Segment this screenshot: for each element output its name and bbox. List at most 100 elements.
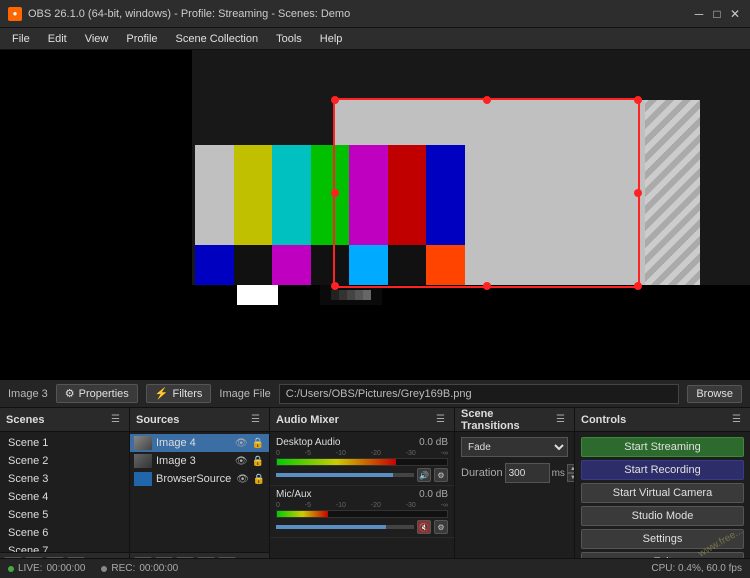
menu-scene-collection[interactable]: Scene Collection: [168, 31, 267, 47]
mic-label-neg20: -20: [371, 502, 381, 509]
bar-bot-7: [426, 245, 465, 285]
scene-item-5[interactable]: Scene 5: [0, 506, 129, 524]
source-lock-btn-image4[interactable]: 🔒: [251, 438, 265, 449]
scene-item-3[interactable]: Scene 3: [0, 470, 129, 488]
scene-item-2[interactable]: Scene 2: [0, 452, 129, 470]
controls-panel-actions: ☰: [729, 413, 744, 426]
source-icons-image3: 👁 🔒: [234, 456, 265, 467]
mic-label-neg10: -10: [336, 502, 346, 509]
minimize-button[interactable]: ─: [692, 7, 706, 21]
source-item-image4[interactable]: Image 4 👁 🔒: [130, 434, 269, 452]
file-path-input[interactable]: [279, 384, 680, 404]
bar-ex-mid: [320, 285, 382, 305]
audio-panel-header: Audio Mixer ☰: [270, 408, 454, 432]
desktop-meter-labels: 0 -5 -10 -20 -30 -∞: [276, 450, 448, 457]
duration-up-btn[interactable]: ▲: [567, 464, 574, 473]
menu-edit[interactable]: Edit: [40, 31, 75, 47]
desktop-audio-db: 0.0 dB: [419, 437, 448, 448]
transitions-title: Scene Transitions: [461, 408, 553, 432]
audio-menu-btn[interactable]: ☰: [433, 413, 448, 426]
bar-ex-sub: [331, 290, 371, 300]
mic-audio-db: 0.0 dB: [419, 489, 448, 500]
source-eye-btn-image3[interactable]: 👁: [234, 456, 249, 467]
duration-unit: ms: [552, 468, 565, 479]
title-bar-left: ● OBS 26.1.0 (64-bit, windows) - Profile…: [8, 7, 350, 21]
source-eye-btn-browser[interactable]: 👁: [235, 474, 250, 485]
live-time: 00:00:00: [46, 563, 85, 574]
source-eye-btn-image4[interactable]: 👁: [234, 438, 249, 449]
start-streaming-button[interactable]: Start Streaming: [581, 437, 744, 457]
source-thumb-browser: [134, 472, 152, 486]
desktop-meter-fill: [277, 459, 396, 465]
menu-profile[interactable]: Profile: [118, 31, 165, 47]
toolbar-strip: Image 3 ⚙ Settings Properties ⚡ Filters …: [0, 380, 750, 408]
scenes-panel-actions: ☰: [108, 413, 123, 426]
settings-button[interactable]: Settings: [581, 529, 744, 549]
mic-audio-meter: [276, 510, 448, 518]
maximize-button[interactable]: □: [710, 7, 724, 21]
browse-button[interactable]: Browse: [687, 385, 742, 403]
source-icons-browser: 👁 🔒: [235, 474, 266, 485]
transition-type-select[interactable]: Fade Cut Swipe: [461, 437, 568, 457]
mic-audio-settings[interactable]: ⚙: [434, 520, 448, 534]
menu-tools[interactable]: Tools: [268, 31, 310, 47]
transitions-content: Fade Cut Swipe Duration ms ▲ ▼: [455, 432, 574, 576]
transition-type-row: Fade Cut Swipe: [455, 434, 574, 460]
menu-help[interactable]: Help: [312, 31, 351, 47]
desktop-mute-button[interactable]: 🔊: [417, 468, 431, 482]
menu-view[interactable]: View: [77, 31, 117, 47]
transitions-menu-btn[interactable]: ☰: [553, 413, 568, 426]
desktop-volume-slider[interactable]: [276, 473, 414, 477]
controls-menu-btn[interactable]: ☰: [729, 413, 744, 426]
cpu-label: CPU: 0.4%, 60.0 fps: [651, 563, 742, 574]
start-recording-button[interactable]: Start Recording: [581, 460, 744, 480]
close-button[interactable]: ✕: [728, 7, 742, 21]
scenes-panel-header: Scenes ☰: [0, 408, 129, 432]
source-lock-btn-image3[interactable]: 🔒: [251, 456, 265, 467]
meter-label-neg30: -30: [406, 450, 416, 457]
source-lock-btn-browser[interactable]: 🔒: [252, 474, 266, 485]
scene-item-1[interactable]: Scene 1: [0, 434, 129, 452]
scene-item-4[interactable]: Scene 4: [0, 488, 129, 506]
bar-sub-4: [355, 290, 363, 300]
title-bar: ● OBS 26.1.0 (64-bit, windows) - Profile…: [0, 0, 750, 28]
mic-volume-slider[interactable]: [276, 525, 414, 529]
scenes-menu-btn[interactable]: ☰: [108, 413, 123, 426]
status-bar: LIVE: 00:00:00 REC: 00:00:00 CPU: 0.4%, …: [0, 558, 750, 578]
mic-mute-button[interactable]: 🔇: [417, 520, 431, 534]
start-virtual-camera-button[interactable]: Start Virtual Camera: [581, 483, 744, 503]
filters-button[interactable]: ⚡ Filters: [146, 384, 212, 403]
properties-button[interactable]: ⚙ Settings Properties: [56, 384, 138, 403]
audio-channel-desktop: Desktop Audio 0.0 dB 0 -5 -10 -20 -30 -∞: [270, 434, 454, 486]
window-title: OBS 26.1.0 (64-bit, windows) - Profile: …: [28, 8, 350, 20]
studio-mode-button[interactable]: Studio Mode: [581, 506, 744, 526]
mic-label-inf: -∞: [441, 502, 448, 509]
source-item-browser[interactable]: BrowserSource 👁 🔒: [130, 470, 269, 488]
preview-black-left: [0, 50, 192, 380]
duration-input[interactable]: [505, 463, 550, 483]
menu-file[interactable]: File: [4, 31, 38, 47]
gear-icon: ⚙: [65, 387, 75, 400]
mic-audio-name: Mic/Aux: [276, 489, 312, 500]
mic-meter-fill: [277, 511, 328, 517]
controls-panel-header: Controls ☰: [575, 408, 750, 432]
scenes-title: Scenes: [6, 414, 45, 426]
mic-audio-header: Mic/Aux 0.0 dB: [276, 489, 448, 500]
sources-panel-actions: ☰: [248, 413, 263, 426]
scene-item-7[interactable]: Scene 7: [0, 542, 129, 552]
mic-audio-controls: 🔇 ⚙: [276, 520, 448, 534]
desktop-audio-settings[interactable]: ⚙: [434, 468, 448, 482]
meter-label-neg5: -5: [305, 450, 311, 457]
duration-down-btn[interactable]: ▼: [567, 473, 574, 482]
transitions-panel-header: Scene Transitions ☰: [455, 408, 574, 432]
bar-yellow: [234, 145, 273, 245]
sources-menu-btn[interactable]: ☰: [248, 413, 263, 426]
bars-top: [195, 145, 465, 245]
source-item-image3[interactable]: Image 3 👁 🔒: [130, 452, 269, 470]
scene-item-6[interactable]: Scene 6: [0, 524, 129, 542]
bar-bot-5: [349, 245, 388, 285]
window-controls: ─ □ ✕: [692, 7, 742, 21]
controls-content: Start Streaming Start Recording Start Vi…: [575, 432, 750, 576]
bar-ex-3: [278, 285, 320, 305]
rec-dot: [101, 566, 107, 572]
